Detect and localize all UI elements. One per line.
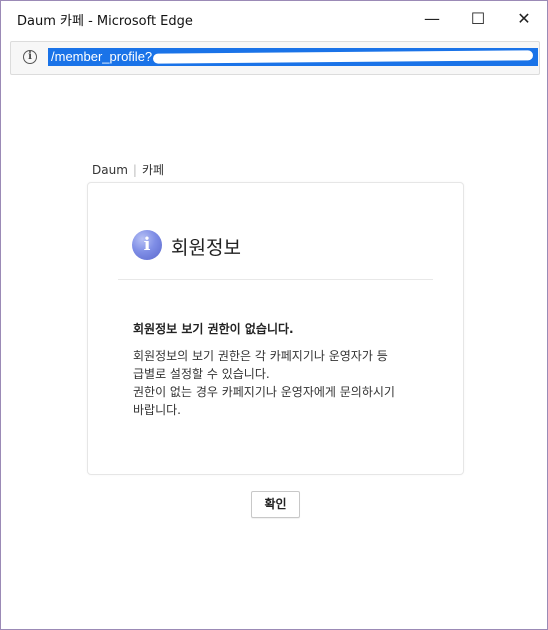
info-icon: i bbox=[132, 230, 162, 260]
url-redaction bbox=[152, 50, 534, 64]
window-title: Daum 카페 - Microsoft Edge bbox=[17, 14, 193, 29]
browser-window: Daum 카페 - Microsoft Edge — ☐ ✕ i /member… bbox=[0, 0, 548, 630]
logo-separator: | bbox=[132, 163, 137, 177]
url-field[interactable]: /member_profile? bbox=[48, 48, 538, 66]
site-info-icon[interactable]: i bbox=[23, 50, 37, 64]
member-info-card: i 회원정보 회원정보 보기 권한이 없습니다. 회원정보의 보기 권한은 각 … bbox=[87, 182, 464, 475]
permission-message-body: 회원정보의 보기 권한은 각 카페지기나 운영자가 등 급별로 설정할 수 있습… bbox=[133, 347, 433, 419]
cafe-logo[interactable]: Daum | 카페 bbox=[92, 161, 164, 178]
logo-daum: Daum bbox=[92, 163, 128, 177]
logo-cafe: 카페 bbox=[141, 163, 165, 177]
message-line: 바랍니다. bbox=[133, 403, 181, 417]
close-button[interactable]: ✕ bbox=[501, 1, 547, 35]
maximize-button[interactable]: ☐ bbox=[455, 1, 501, 35]
maximize-icon: ☐ bbox=[470, 8, 486, 28]
message-line: 회원정보의 보기 권한은 각 카페지기나 운영자가 등 bbox=[133, 349, 388, 363]
title-bar[interactable]: Daum 카페 - Microsoft Edge — ☐ ✕ bbox=[1, 1, 547, 35]
address-bar[interactable]: i /member_profile? bbox=[10, 41, 540, 75]
card-title: 회원정보 bbox=[171, 237, 241, 259]
url-text: /member_profile? bbox=[51, 49, 153, 64]
minimize-icon: — bbox=[424, 8, 440, 28]
divider bbox=[118, 279, 433, 280]
page-content: Daum | 카페 i 회원정보 회원정보 보기 권한이 없습니다. 회원정보의 보… bbox=[1, 77, 547, 629]
message-line: 급별로 설정할 수 있습니다. bbox=[133, 367, 270, 381]
permission-message-heading: 회원정보 보기 권한이 없습니다. bbox=[133, 322, 294, 336]
message-line: 권한이 없는 경우 카페지기나 운영자에게 문의하시기 bbox=[133, 385, 395, 399]
confirm-button[interactable]: 확인 bbox=[251, 491, 300, 518]
close-icon: ✕ bbox=[517, 8, 531, 28]
minimize-button[interactable]: — bbox=[409, 1, 455, 35]
